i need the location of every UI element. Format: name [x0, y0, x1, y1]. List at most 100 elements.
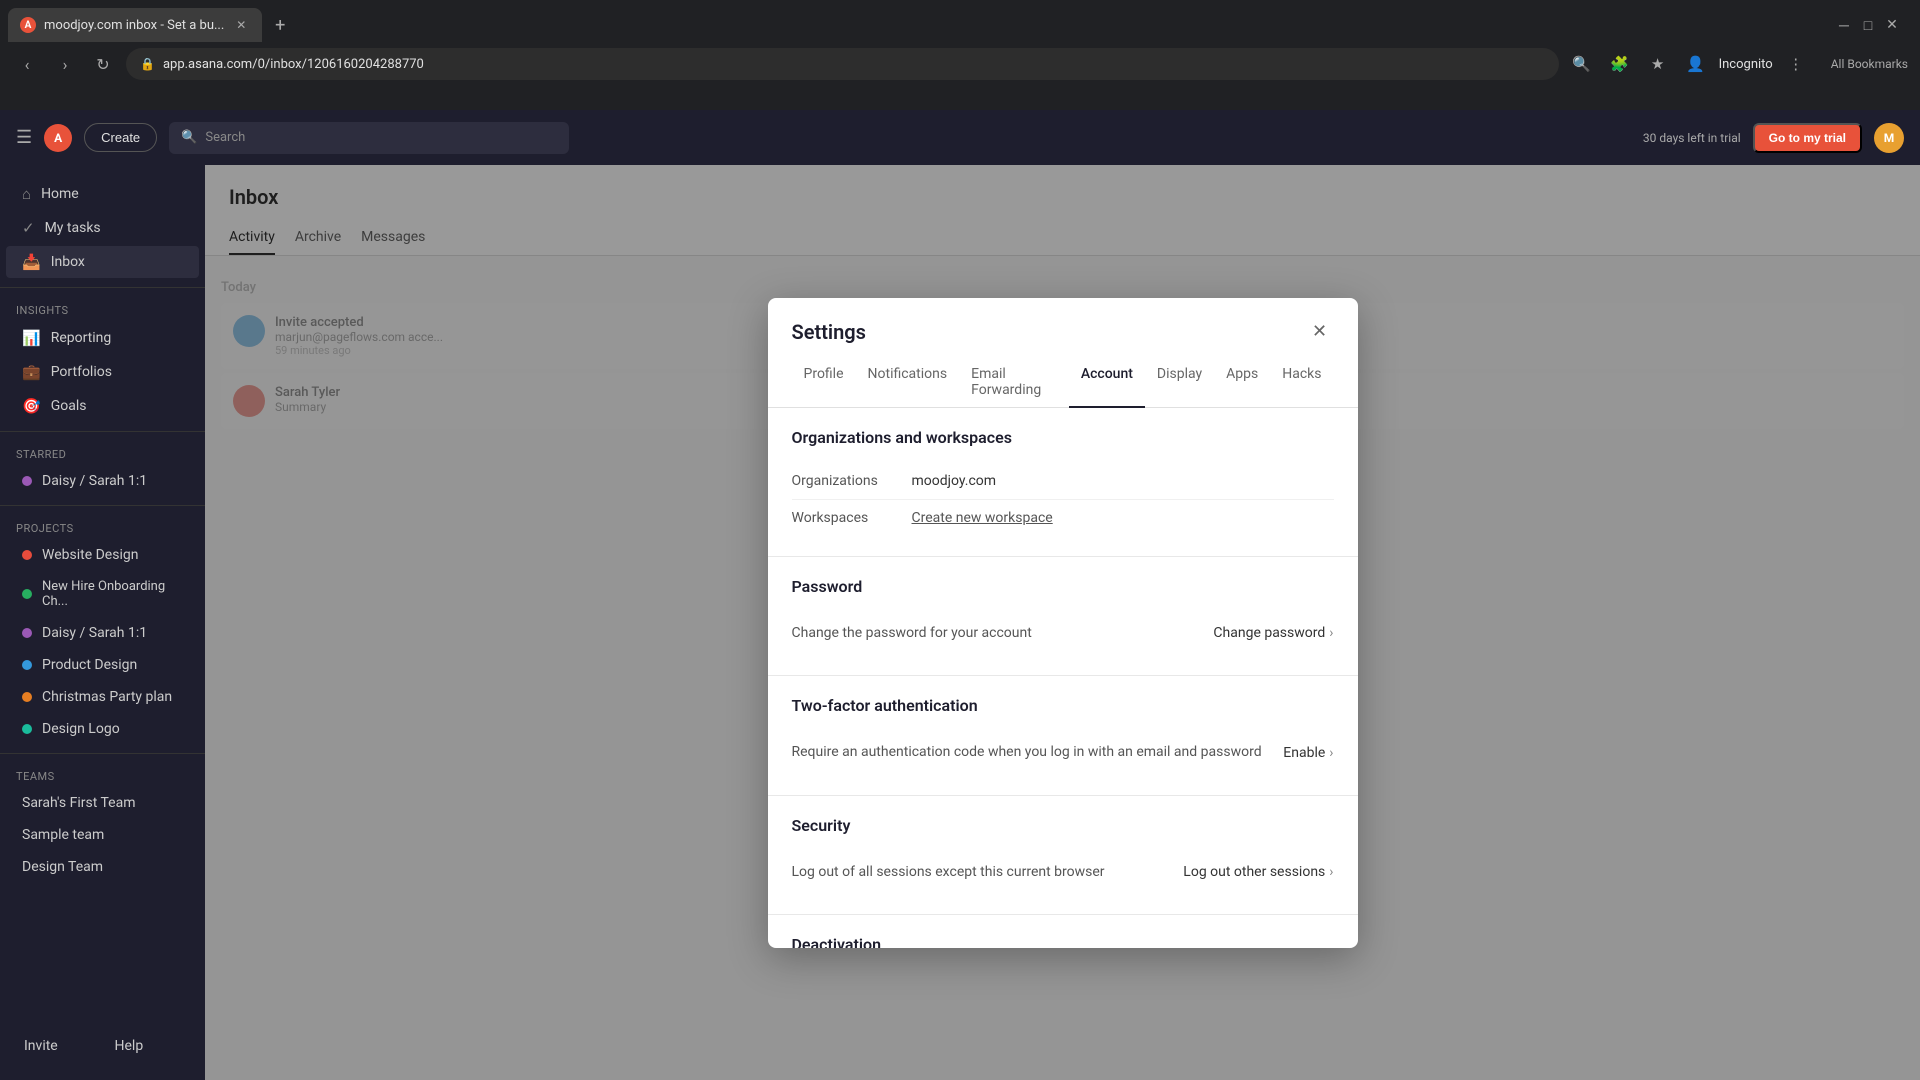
project-dot [22, 628, 32, 638]
tab-profile[interactable]: Profile [792, 358, 856, 408]
close-button[interactable]: ✕ [1884, 17, 1900, 33]
modal-body[interactable]: Organizations and workspaces Organizatio… [768, 408, 1358, 948]
logo-circle: A [44, 124, 72, 152]
sidebar-item-sarahs-team[interactable]: Sarah's First Team [6, 788, 199, 818]
sidebar-item-daisy-sarah2[interactable]: Daisy / Sarah 1:1 [6, 618, 199, 648]
sidebar-invite-button[interactable]: Invite [16, 1032, 99, 1060]
address-bar[interactable]: 🔒 app.asana.com/0/inbox/1206160204288770 [126, 48, 1559, 80]
active-tab[interactable]: A moodjoy.com inbox - Set a bu... ✕ [8, 8, 262, 42]
sidebar-item-sample-team[interactable]: Sample team [6, 820, 199, 850]
invite-label: Invite [24, 1038, 58, 1054]
sidebar-item-label: Daisy / Sarah 1:1 [42, 625, 147, 641]
project-dot [22, 692, 32, 702]
maximize-button[interactable]: □ [1860, 17, 1876, 33]
tab-apps[interactable]: Apps [1214, 358, 1270, 408]
workspaces-label: Workspaces [792, 510, 912, 526]
sidebar-item-home[interactable]: ⌂ Home [6, 178, 199, 210]
search-bar[interactable]: 🔍 Search [169, 122, 569, 154]
modal-close-button[interactable]: ✕ [1306, 318, 1334, 346]
menu-button[interactable]: ⋮ [1781, 49, 1811, 79]
chevron-icon-2fa: › [1329, 745, 1333, 761]
sidebar-item-label: Website Design [42, 547, 138, 563]
sidebar-divider [0, 287, 205, 288]
tab-notifications[interactable]: Notifications [856, 358, 960, 408]
two-factor-description: Require an authentication code when you … [792, 743, 1262, 763]
forward-button[interactable]: › [50, 49, 80, 79]
chevron-icon-security: › [1329, 864, 1333, 880]
sidebar-item-label: New Hire Onboarding Ch... [42, 579, 183, 609]
sidebar-item-christmas-party[interactable]: Christmas Party plan [6, 682, 199, 712]
help-label: Help [115, 1038, 144, 1054]
workspaces-row: Workspaces Create new workspace [792, 499, 1334, 536]
starred-section: Starred [0, 440, 205, 465]
project-dot [22, 550, 32, 560]
sidebar-item-my-tasks[interactable]: ✓ My tasks [6, 212, 199, 244]
minimize-button[interactable]: ─ [1836, 17, 1852, 33]
organizations-row: Organizations moodjoy.com [792, 463, 1334, 499]
security-action-row: Log out of all sessions except this curr… [792, 851, 1334, 895]
address-bar-row: ‹ › ↻ 🔒 app.asana.com/0/inbox/1206160204… [0, 42, 1920, 86]
home-icon: ⌂ [22, 185, 31, 203]
change-password-button[interactable]: Change password › [1213, 625, 1333, 641]
sidebar-item-product-design[interactable]: Product Design [6, 650, 199, 680]
logout-sessions-button[interactable]: Log out other sessions › [1183, 864, 1333, 880]
tab-account[interactable]: Account [1069, 358, 1145, 408]
create-button[interactable]: Create [84, 123, 157, 152]
organizations-section: Organizations and workspaces Organizatio… [768, 408, 1358, 557]
tab-close-button[interactable]: ✕ [232, 16, 250, 34]
sidebar-item-new-hire[interactable]: New Hire Onboarding Ch... [6, 572, 199, 616]
sidebar-item-portfolios[interactable]: 💼 Portfolios [6, 356, 199, 388]
teams-section: Teams [0, 762, 205, 787]
extension-icon[interactable]: 🧩 [1605, 49, 1635, 79]
security-description: Log out of all sessions except this curr… [792, 863, 1105, 883]
lock-icon: 🔒 [140, 57, 155, 71]
sidebar-item-website-design[interactable]: Website Design [6, 540, 199, 570]
new-tab-button[interactable]: + [266, 11, 294, 39]
sidebar-divider-4 [0, 753, 205, 754]
sidebar-item-reporting[interactable]: 📊 Reporting [6, 322, 199, 354]
app-background: ☰ A Create 🔍 Search 30 days left in tria… [0, 110, 1920, 1080]
tasks-icon: ✓ [22, 219, 35, 237]
sidebar-divider-3 [0, 505, 205, 506]
sidebar-item-inbox[interactable]: 📥 Inbox [6, 246, 199, 278]
enable-2fa-button[interactable]: Enable › [1283, 745, 1333, 761]
trial-text: 30 days left in trial [1643, 131, 1741, 145]
back-button[interactable]: ‹ [12, 49, 42, 79]
sidebar-item-label: Reporting [51, 330, 112, 346]
sidebar-item-goals[interactable]: 🎯 Goals [6, 390, 199, 422]
sidebar-help-button[interactable]: Help [107, 1032, 190, 1060]
section-title-security: Security [792, 816, 1334, 835]
search-placeholder: Search [205, 130, 245, 145]
profile-button[interactable]: 👤 [1681, 49, 1711, 79]
project-dot [22, 660, 32, 670]
chevron-icon: › [1329, 625, 1333, 641]
sidebar-item-label: Christmas Party plan [42, 689, 172, 705]
section-title-deactivation: Deactivation [792, 935, 1334, 947]
password-description: Change the password for your account [792, 624, 1032, 644]
organizations-label: Organizations [792, 473, 912, 489]
sidebar-item-label: Inbox [51, 254, 85, 270]
app-logo: A [44, 124, 72, 152]
search-icon[interactable]: 🔍 [1567, 49, 1597, 79]
sidebar: ⌂ Home ✓ My tasks 📥 Inbox Insights 📊 Rep… [0, 165, 205, 1080]
organizations-value: moodjoy.com [912, 473, 1334, 489]
tab-hacks[interactable]: Hacks [1270, 358, 1333, 408]
reload-button[interactable]: ↻ [88, 49, 118, 79]
avatar[interactable]: M [1874, 123, 1904, 153]
sidebar-toggle-button[interactable]: ☰ [16, 127, 32, 148]
sidebar-item-daisy-sarah[interactable]: Daisy / Sarah 1:1 [6, 466, 199, 496]
sidebar-item-design-team[interactable]: Design Team [6, 852, 199, 882]
create-workspace-link[interactable]: Create new workspace [912, 510, 1053, 526]
bookmark-icon[interactable]: ★ [1643, 49, 1673, 79]
upgrade-button[interactable]: Go to my trial [1753, 123, 1862, 153]
tab-display[interactable]: Display [1145, 358, 1214, 408]
sidebar-item-design-logo[interactable]: Design Logo [6, 714, 199, 744]
modal-tabs: Profile Notifications Email Forwarding A… [768, 346, 1358, 408]
topbar-right: 30 days left in trial Go to my trial M [1643, 123, 1904, 153]
sidebar-item-label: My tasks [45, 220, 101, 236]
project-dot [22, 724, 32, 734]
tab-email-forwarding[interactable]: Email Forwarding [959, 358, 1069, 408]
sidebar-item-label: Sarah's First Team [22, 795, 136, 811]
main-layout: ⌂ Home ✓ My tasks 📥 Inbox Insights 📊 Rep… [0, 165, 1920, 1080]
content-area: Inbox Activity Archive Messages Today In… [205, 165, 1920, 1080]
